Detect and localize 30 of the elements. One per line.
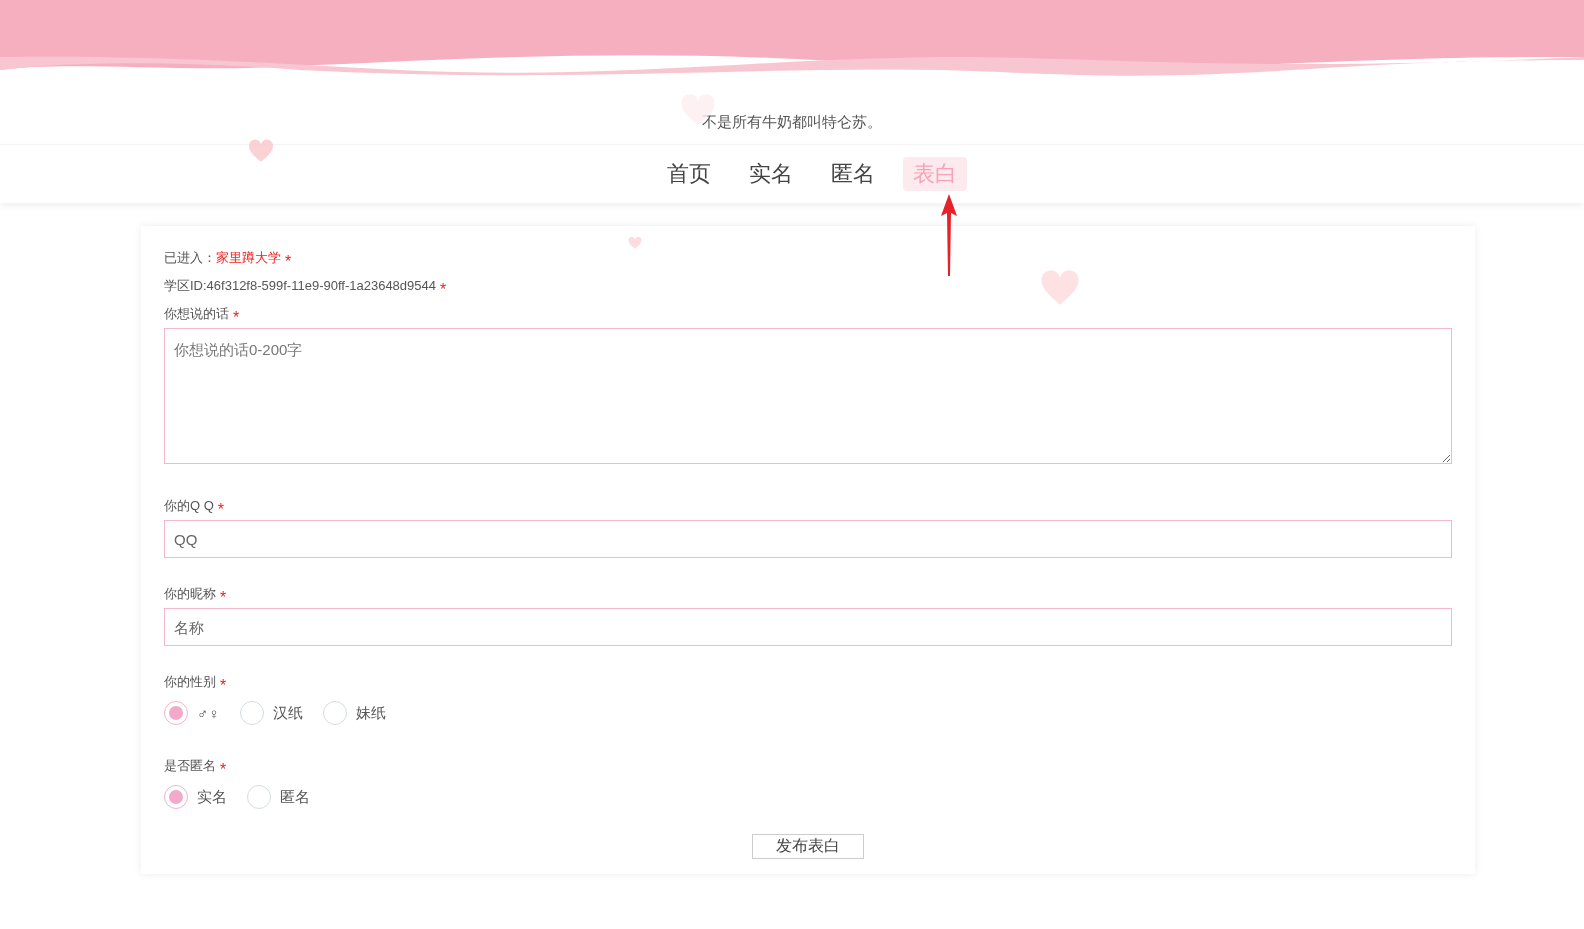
radio-label[interactable]: 匿名 [280,787,310,807]
field-label: 你的Q Q [164,497,214,515]
input-field[interactable]: QQ [164,520,1452,558]
required-mark: * [285,253,292,271]
field-label: 你的昵称 [164,585,216,603]
entered-label: 已进入： [164,249,216,267]
radio-label[interactable]: 汉纸 [272,703,303,723]
message-textarea[interactable]: 你想说的话0-200字 [164,328,1452,464]
field-label: 你想说的话 [164,305,229,323]
heart-icon [628,236,642,250]
radio-label[interactable]: ♂♀ [197,704,220,722]
heart-icon [248,138,274,164]
submit-button[interactable]: 发布表白 [752,834,864,859]
radio-label[interactable]: 妹纸 [355,703,386,723]
required-mark: * [220,677,227,695]
radio-label[interactable]: 实名 [197,787,227,807]
required-mark: * [217,501,225,519]
field-label: 是否匿名 [164,757,216,775]
nav-tab[interactable]: 匿名 [821,157,885,191]
field-label: 你的性别 [164,673,216,691]
nav-tab[interactable]: 实名 [739,157,803,191]
nav-tab[interactable]: 首页 [657,157,721,191]
required-mark: * [220,761,227,779]
input-field[interactable]: 名称 [164,608,1452,646]
school-id-text: 学区ID:46f312f8-599f-11e9-90ff-1a23648d9544 [164,277,436,295]
school-name: 家里蹲大学 [216,249,281,267]
motto-text: 不是所有牛奶都叫特仑苏。 [702,112,882,132]
required-mark: * [220,589,227,607]
required-mark: * [440,281,447,299]
required-mark: * [233,309,240,327]
